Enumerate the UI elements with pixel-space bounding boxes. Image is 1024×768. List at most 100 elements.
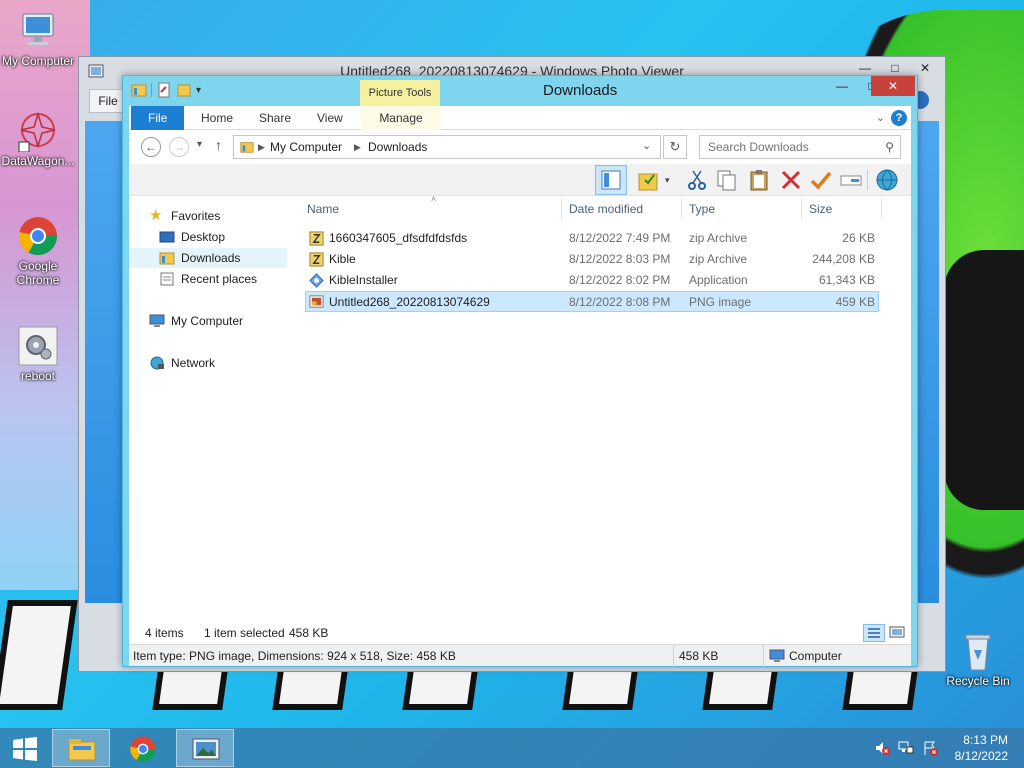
vertical-scrollbar[interactable] (899, 196, 911, 622)
search-input[interactable] (708, 136, 884, 158)
search-box[interactable]: ⚲ (699, 135, 901, 159)
help-icon[interactable]: ? (891, 110, 907, 126)
paste-icon[interactable] (747, 168, 771, 192)
close-button[interactable]: ✕ (871, 76, 915, 96)
qat-dropdown-icon[interactable]: ▾ (196, 85, 201, 96)
breadcrumb-separator-icon: ▶ (354, 142, 361, 152)
file-row[interactable]: Kible 8/12/2022 8:03 PM zip Archive 244,… (305, 249, 879, 270)
file-row[interactable]: KibleInstaller 8/12/2022 8:02 PM Applica… (305, 270, 879, 291)
nav-my-computer[interactable]: My Computer (129, 311, 287, 331)
file-size: 244,208 KB (812, 252, 875, 266)
column-divider (801, 198, 802, 220)
start-button[interactable] (0, 729, 50, 767)
cut-icon[interactable] (685, 168, 709, 192)
explorer-window[interactable]: ▾ Picture Tools Downloads — □ ✕ File Hom… (122, 75, 918, 667)
globe-icon[interactable] (875, 168, 899, 192)
desktop-icon-label: Google Chrome (16, 259, 60, 287)
up-button[interactable]: ↑ (215, 137, 222, 153)
nav-recent-places[interactable]: Recent places (129, 269, 287, 289)
volume-muted-icon[interactable] (874, 740, 890, 756)
clock-time: 8:13 PM (963, 733, 1008, 747)
recycle-bin-icon (965, 634, 991, 671)
new-folder-icon[interactable] (176, 82, 192, 98)
downloads-folder-icon (159, 252, 175, 265)
desktop-icon-reboot[interactable]: reboot (0, 325, 76, 383)
nav-desktop[interactable]: Desktop (129, 227, 287, 247)
large-icons-view-button[interactable] (887, 624, 907, 642)
file-name: Kible (329, 252, 356, 266)
nav-network[interactable]: Network (129, 353, 287, 373)
recent-places-icon (160, 272, 174, 286)
large-icons-view-icon (889, 626, 905, 638)
tab-home[interactable]: Home (187, 106, 247, 130)
delete-icon[interactable] (779, 168, 803, 192)
details-bar: Item type: PNG image, Dimensions: 924 x … (129, 644, 911, 667)
windows-logo-icon (13, 737, 37, 761)
file-row-selected[interactable]: Untitled268_20220813074629 8/12/2022 8:0… (305, 291, 879, 312)
breadcrumb-downloads[interactable]: Downloads (368, 140, 427, 154)
address-bar[interactable]: ▶ My Computer ▶ Downloads ⌄ (233, 135, 661, 159)
taskbar-clock[interactable]: 8:13 PM 8/12/2022 (955, 732, 1008, 764)
taskbar-google-chrome[interactable] (114, 729, 172, 767)
explorer-titlebar[interactable]: ▾ Picture Tools Downloads — □ ✕ (123, 76, 917, 108)
wallpaper-dark-shape (944, 250, 1024, 510)
tab-view[interactable]: View (303, 106, 357, 130)
column-divider (561, 198, 562, 220)
computer-icon (22, 13, 54, 45)
folder-options-icon[interactable] (637, 168, 661, 192)
recent-locations-icon[interactable]: ▾ (197, 139, 202, 150)
tab-manage[interactable]: Manage (361, 106, 441, 130)
desktop-icon-my-computer[interactable]: My Computer (0, 10, 76, 68)
taskbar-photo-viewer[interactable] (176, 729, 234, 767)
forward-button[interactable]: → (169, 137, 189, 157)
tab-file[interactable]: File (131, 106, 185, 130)
file-size: 61,343 KB (818, 273, 875, 287)
back-button[interactable]: ← (141, 137, 161, 157)
ribbon-tabs: File Home Share View Manage ⌄ ? (129, 106, 911, 130)
column-header-date[interactable]: Date modified (569, 202, 643, 216)
ribbon-expand-icon[interactable]: ⌄ (876, 111, 885, 124)
network-status-icon[interactable] (898, 740, 914, 756)
content-area: ★ Favorites Desktop Downloads Recent pla… (129, 194, 911, 622)
toolbar-divider (867, 170, 868, 190)
desktop-icon (159, 231, 175, 243)
status-selected-size: 458 KB (289, 626, 329, 640)
copy-icon[interactable] (715, 168, 739, 192)
chrome-icon (130, 736, 156, 762)
desktop-icon-recycle-bin[interactable]: Recycle Bin (938, 630, 1018, 688)
preview-pane-button[interactable] (595, 165, 627, 195)
tab-share[interactable]: Share (245, 106, 305, 130)
preview-pane-icon (601, 170, 621, 190)
refresh-button[interactable]: ↻ (663, 135, 687, 159)
nav-downloads[interactable]: Downloads (129, 248, 287, 268)
taskbar-file-explorer[interactable] (52, 729, 110, 767)
status-selected-count: 1 item selected (204, 626, 285, 640)
search-icon[interactable]: ⚲ (885, 140, 894, 154)
zip-archive-icon (309, 231, 324, 246)
nav-favorites[interactable]: ★ Favorites (129, 206, 287, 226)
action-center-flag-icon[interactable] (922, 740, 938, 756)
minimize-button[interactable]: — (827, 76, 857, 96)
desktop-icon-datawagon[interactable]: DataWagon... (0, 110, 76, 168)
file-date: 8/12/2022 8:08 PM (569, 295, 671, 309)
column-header-size[interactable]: Size (809, 202, 832, 216)
nav-downloads-label: Downloads (181, 251, 241, 265)
breadcrumb-my-computer[interactable]: My Computer (270, 140, 342, 154)
properties-icon[interactable] (156, 82, 172, 98)
column-header-type[interactable]: Type (689, 202, 715, 216)
rename-icon[interactable] (839, 168, 863, 192)
column-header-name[interactable]: Name (307, 202, 339, 216)
desktop-icon-google-chrome[interactable]: Google Chrome (0, 215, 76, 287)
details-view-button[interactable] (863, 624, 885, 642)
status-item-count: 4 items (145, 626, 184, 640)
address-dropdown-icon[interactable]: ⌄ (642, 139, 651, 152)
nav-favorites-label: Favorites (171, 209, 221, 223)
details-divider (763, 645, 764, 667)
computer-icon (149, 314, 165, 327)
checkmark-icon[interactable] (809, 168, 833, 192)
details-divider (673, 645, 674, 667)
file-size: 26 KB (842, 231, 875, 245)
details-size: 458 KB (679, 649, 719, 663)
chrome-icon (18, 217, 58, 256)
file-row[interactable]: 1660347605_dfsdfdfdsfds 8/12/2022 7:49 P… (305, 228, 879, 249)
